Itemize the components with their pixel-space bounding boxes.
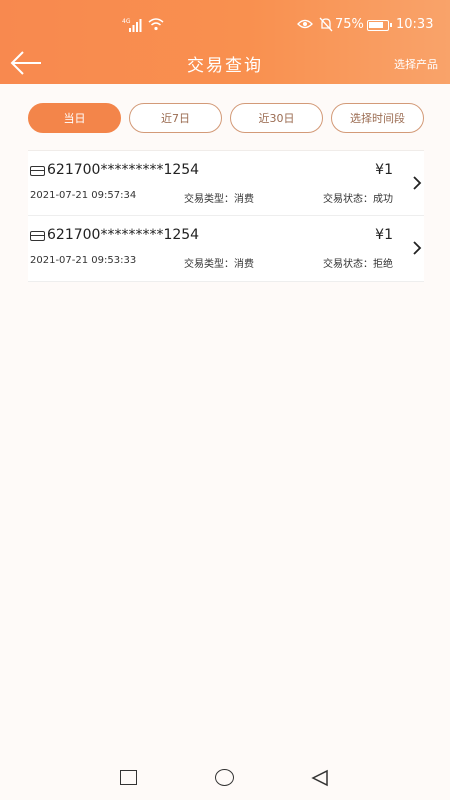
- home-icon[interactable]: [215, 769, 234, 786]
- transaction-list: 621700*********1254 ¥1 2021-07-21 09:57:…: [28, 150, 424, 282]
- transaction-type: 交易类型：消费: [184, 259, 254, 270]
- wifi-icon: [148, 18, 164, 31]
- card-number: 621700*********1254: [47, 162, 200, 178]
- transaction-status: 交易状态：成功: [323, 194, 393, 205]
- bank-card-icon: [30, 231, 45, 241]
- bank-card-icon: [30, 166, 45, 176]
- chevron-right-icon[interactable]: [412, 241, 422, 255]
- back-triangle-icon[interactable]: [311, 769, 329, 787]
- network-label: 4G: [122, 18, 131, 25]
- filter-custom-range[interactable]: 选择时间段: [331, 103, 424, 133]
- transaction-amount: ¥1: [375, 162, 393, 178]
- transaction-amount: ¥1: [375, 227, 393, 243]
- filter-last-30-days[interactable]: 近30日: [230, 103, 323, 133]
- recent-apps-icon[interactable]: [120, 770, 137, 785]
- system-nav-bar: [0, 760, 450, 800]
- filter-last-7-days[interactable]: 近7日: [129, 103, 222, 133]
- date-filter-bar: 当日 近7日 近30日 选择时间段: [28, 103, 424, 133]
- header-bar: 4G 75% 10:33 交易查询 选择产品: [0, 0, 450, 84]
- transaction-row[interactable]: 621700*********1254 ¥1 2021-07-21 09:53:…: [28, 216, 424, 282]
- mute-bell-icon: [319, 17, 333, 32]
- battery-percent: 75%: [335, 17, 364, 32]
- page-title: 交易查询: [187, 56, 263, 76]
- filter-today[interactable]: 当日: [28, 103, 121, 133]
- transaction-datetime: 2021-07-21 09:57:34: [30, 190, 137, 201]
- transaction-status: 交易状态：拒绝: [323, 259, 393, 270]
- transaction-type: 交易类型：消费: [184, 194, 254, 205]
- battery-icon: [367, 20, 392, 31]
- eye-icon: [297, 19, 313, 29]
- transaction-datetime: 2021-07-21 09:53:33: [30, 255, 137, 266]
- chevron-right-icon[interactable]: [412, 176, 422, 190]
- clock: 10:33: [396, 17, 434, 32]
- signal-icon: 4G: [122, 18, 142, 32]
- card-number: 621700*********1254: [47, 227, 200, 243]
- status-bar: 4G 75% 10:33: [0, 14, 450, 38]
- select-product-button[interactable]: 选择产品: [394, 56, 438, 72]
- transaction-row[interactable]: 621700*********1254 ¥1 2021-07-21 09:57:…: [28, 150, 424, 216]
